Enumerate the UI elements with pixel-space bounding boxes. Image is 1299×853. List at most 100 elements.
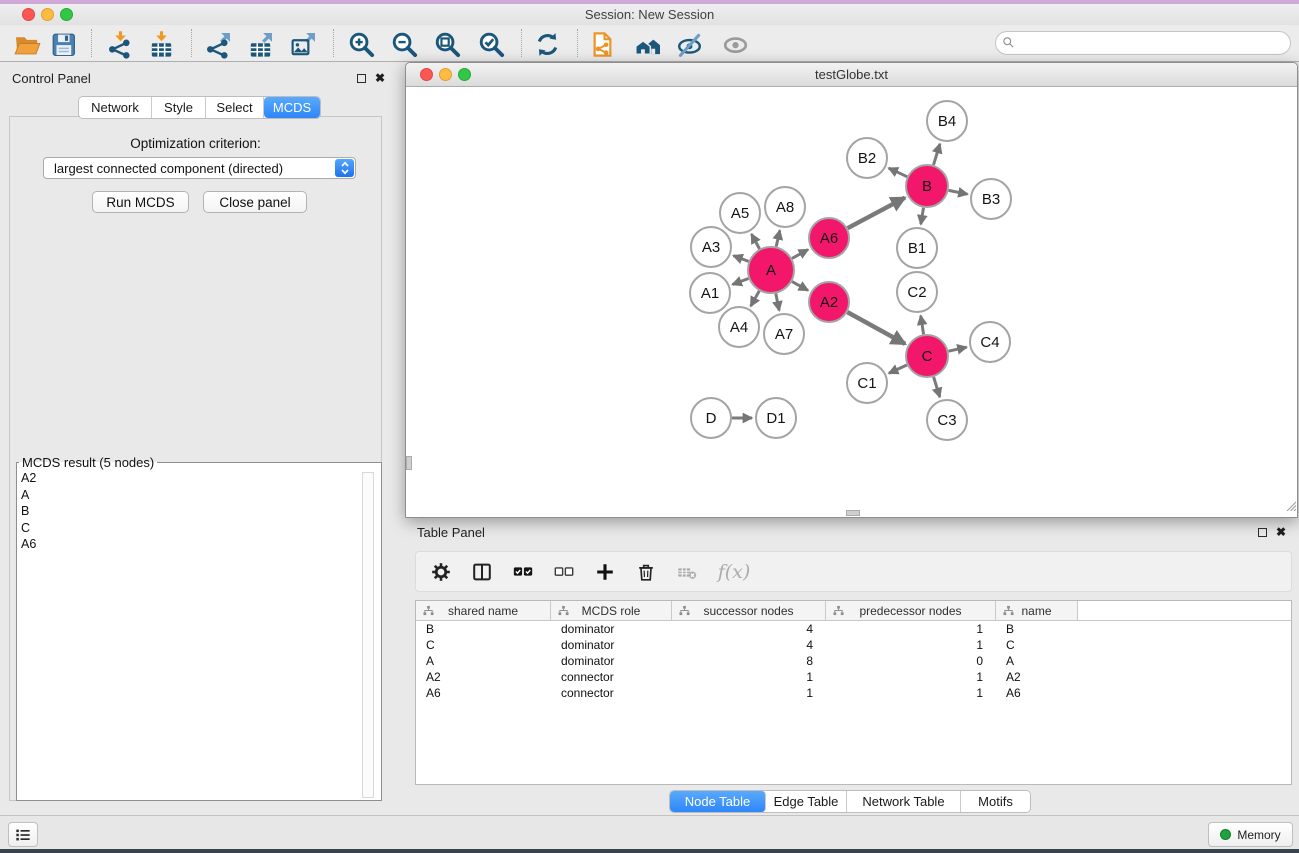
graph-edge-B-B3[interactable] <box>949 190 968 194</box>
control-panel-close-icon[interactable]: ✖ <box>375 73 385 83</box>
criterion-dropdown[interactable]: largest connected component (directed) <box>43 157 356 179</box>
import-network-button[interactable] <box>103 27 137 61</box>
graph-node-A[interactable]: A <box>748 247 794 293</box>
tab-select[interactable]: Select <box>206 97 264 118</box>
table-panel-close-icon[interactable]: ✖ <box>1276 527 1286 537</box>
open-session-button[interactable] <box>10 27 44 61</box>
zoom-fit-button[interactable] <box>430 27 464 61</box>
function-builder-button[interactable]: f(x) <box>716 560 752 584</box>
select-all-button[interactable] <box>511 560 535 584</box>
graph-node-D[interactable]: D <box>691 398 731 438</box>
graph-node-C2[interactable]: C2 <box>897 272 937 312</box>
network-horizontal-scrollbar[interactable] <box>846 510 860 516</box>
tab-edge-table[interactable]: Edge Table <box>766 791 847 812</box>
graph-edge-A-A8[interactable] <box>776 230 780 246</box>
graph-edge-C-C4[interactable] <box>949 347 967 351</box>
graph-node-C1[interactable]: C1 <box>847 363 887 403</box>
table-row[interactable]: A6connector11A6 <box>416 685 1291 701</box>
column-header-shared-name[interactable]: shared name <box>416 601 551 620</box>
graph-edge-C-C3[interactable] <box>934 377 940 397</box>
table-panel-float-icon[interactable] <box>1258 528 1267 537</box>
run-mcds-button[interactable]: Run MCDS <box>92 191 189 213</box>
delete-table-button[interactable] <box>675 560 699 584</box>
graph-node-A6[interactable]: A6 <box>809 218 849 258</box>
graph-node-B[interactable]: B <box>906 165 948 207</box>
graph-edge-B-B1[interactable] <box>921 208 924 225</box>
network-vertical-scrollbar[interactable] <box>406 456 412 470</box>
graph-edge-C-C2[interactable] <box>921 316 924 335</box>
graph-node-D1[interactable]: D1 <box>756 398 796 438</box>
window-resize-grip[interactable] <box>1284 498 1296 516</box>
delete-rows-button[interactable] <box>634 560 658 584</box>
graph-node-B4[interactable]: B4 <box>927 101 967 141</box>
tab-node-table[interactable]: Node Table <box>670 791 766 812</box>
network-window-titlebar[interactable]: testGlobe.txt <box>406 63 1297 87</box>
graph-edge-A-A1[interactable] <box>733 279 749 285</box>
graph-edge-B-B4[interactable] <box>934 144 940 165</box>
panel-columns-button[interactable] <box>470 560 494 584</box>
tab-network-table[interactable]: Network Table <box>847 791 961 812</box>
refresh-button[interactable] <box>530 27 564 61</box>
graph-edge-A-A2[interactable] <box>792 282 808 291</box>
graph-node-B2[interactable]: B2 <box>847 138 887 178</box>
graph-node-A5[interactable]: A5 <box>720 193 760 233</box>
search-input[interactable] <box>995 31 1291 55</box>
task-history-button[interactable] <box>8 822 38 847</box>
table-settings-button[interactable] <box>429 560 453 584</box>
column-header-successor-nodes[interactable]: successor nodes <box>672 601 826 620</box>
graph-edge-A2-C[interactable] <box>847 312 905 344</box>
graph-node-C3[interactable]: C3 <box>927 400 967 440</box>
export-network-button[interactable] <box>201 27 235 61</box>
graph-node-A2[interactable]: A2 <box>809 282 849 322</box>
show-details-button[interactable] <box>718 27 752 61</box>
graph-node-A3[interactable]: A3 <box>691 227 731 267</box>
network-canvas[interactable]: A A1 A2 A3 A4 A5 A6 A7 A8 B B1 B2 B3B4 C C1 C2 C3C4 D D1 <box>406 88 1297 517</box>
zoom-out-button[interactable] <box>387 27 421 61</box>
graph-node-B3[interactable]: B3 <box>971 179 1011 219</box>
zoom-selected-button[interactable] <box>474 27 508 61</box>
save-session-button[interactable] <box>46 27 80 61</box>
graph-node-A7[interactable]: A7 <box>764 314 804 354</box>
column-header-MCDS-role[interactable]: MCDS role <box>551 601 672 620</box>
mcds-result-scrollbar[interactable] <box>362 472 374 798</box>
zoom-in-button[interactable] <box>344 27 378 61</box>
control-panel-float-icon[interactable] <box>357 74 366 83</box>
export-image-button[interactable] <box>286 27 320 61</box>
graph-node-A8[interactable]: A8 <box>765 187 805 227</box>
tab-mcds[interactable]: MCDS <box>264 97 320 118</box>
graph-edge-A6-B[interactable] <box>848 198 905 229</box>
deselect-all-button[interactable] <box>552 560 576 584</box>
mcds-result-item[interactable]: B <box>21 503 36 520</box>
graph-node-C4[interactable]: C4 <box>970 322 1010 362</box>
table-row[interactable]: Cdominator41C <box>416 637 1291 653</box>
column-header-name[interactable]: name <box>996 601 1078 620</box>
graph-edge-A-A5[interactable] <box>752 234 760 249</box>
graph-edge-B-B2[interactable] <box>889 168 907 177</box>
export-table-button[interactable] <box>243 27 277 61</box>
hide-details-button[interactable] <box>672 27 706 61</box>
tab-style[interactable]: Style <box>152 97 206 118</box>
import-table-button[interactable] <box>144 27 178 61</box>
table-row[interactable]: A2connector11A2 <box>416 669 1291 685</box>
graph-edge-A-A4[interactable] <box>751 291 760 306</box>
graph-edge-C-C1[interactable] <box>889 365 907 373</box>
tab-motifs[interactable]: Motifs <box>961 791 1030 812</box>
graph-edge-A-A7[interactable] <box>776 294 779 311</box>
close-panel-button[interactable]: Close panel <box>203 191 307 213</box>
graph-node-A1[interactable]: A1 <box>690 273 730 313</box>
mcds-result-item[interactable]: A <box>21 487 36 504</box>
table-row[interactable]: Adominator80A <box>416 653 1291 669</box>
graph-node-B1[interactable]: B1 <box>897 228 937 268</box>
tab-network[interactable]: Network <box>79 97 152 118</box>
column-header-predecessor-nodes[interactable]: predecessor nodes <box>826 601 996 620</box>
graph-edge-A-A3[interactable] <box>733 256 748 262</box>
new-network-button[interactable] <box>585 27 619 61</box>
memory-button[interactable]: Memory <box>1208 822 1293 847</box>
mcds-result-item[interactable]: C <box>21 520 36 537</box>
mcds-result-item[interactable]: A2 <box>21 470 36 487</box>
graph-node-C[interactable]: C <box>906 335 948 377</box>
table-row[interactable]: Bdominator41B <box>416 621 1291 637</box>
home-views-button[interactable] <box>631 27 665 61</box>
graph-edge-A-A6[interactable] <box>792 250 808 259</box>
graph-node-A4[interactable]: A4 <box>719 307 759 347</box>
